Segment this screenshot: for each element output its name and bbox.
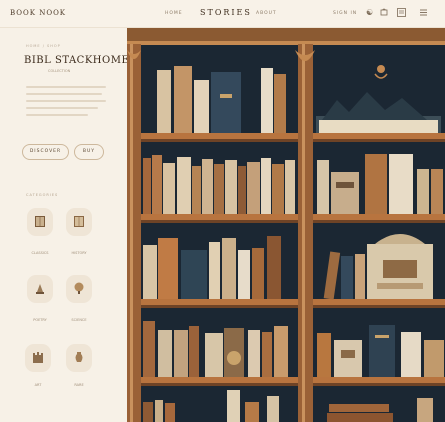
description-line [26, 86, 106, 88]
category-label: CLASSICS [31, 251, 49, 255]
page-title: STORIES [200, 8, 252, 17]
description-line [26, 107, 98, 109]
buy-button[interactable]: BUY [74, 144, 104, 160]
description-line [26, 100, 106, 102]
top-nav-bar: BOOK NOOK HOME STORIES ABOUT SIGN IN ☯ [0, 0, 445, 28]
category-tile-art[interactable] [25, 344, 51, 372]
description-line [26, 93, 102, 95]
category-label: SCIENCE [71, 318, 87, 322]
book-icon [35, 216, 45, 227]
nav-link-home[interactable]: HOME [165, 11, 183, 16]
menu-icon[interactable] [419, 8, 428, 20]
discover-button[interactable]: DISCOVER [22, 144, 69, 160]
castle-icon [33, 352, 43, 363]
category-label: POETRY [33, 318, 47, 322]
breadcrumb[interactable]: HOME / SHOP [26, 44, 61, 48]
bookshelf-illustration [127, 28, 445, 422]
bag-icon[interactable] [380, 8, 388, 19]
category-tile-science[interactable] [66, 275, 92, 303]
collection-subtitle: COLLECTION [48, 69, 71, 73]
categories-heading: CATEGORIES [26, 193, 59, 197]
category-tile-poetry[interactable] [27, 275, 53, 303]
bookshelf-image [127, 28, 445, 422]
category-label: RARE [74, 383, 84, 387]
category-label: ART [34, 383, 42, 387]
category-label: HISTORY [71, 251, 87, 255]
category-tile-classics[interactable] [27, 208, 53, 236]
lamp-icon [36, 284, 44, 294]
brand-logo[interactable]: BOOK NOOK [10, 9, 66, 17]
category-tile-rare[interactable] [66, 344, 92, 372]
cart-icon[interactable] [397, 8, 406, 20]
globe-icon [74, 282, 84, 294]
description-line [26, 114, 88, 116]
user-icon[interactable]: ☯ [366, 8, 373, 18]
nav-link-about[interactable]: ABOUT [256, 11, 277, 16]
vase-icon [75, 352, 83, 362]
collection-title: BIBL STACKHOME [24, 55, 130, 66]
book-icon [74, 216, 84, 227]
nav-link-sign-in[interactable]: SIGN IN [333, 11, 357, 16]
category-tile-history[interactable] [66, 208, 92, 236]
